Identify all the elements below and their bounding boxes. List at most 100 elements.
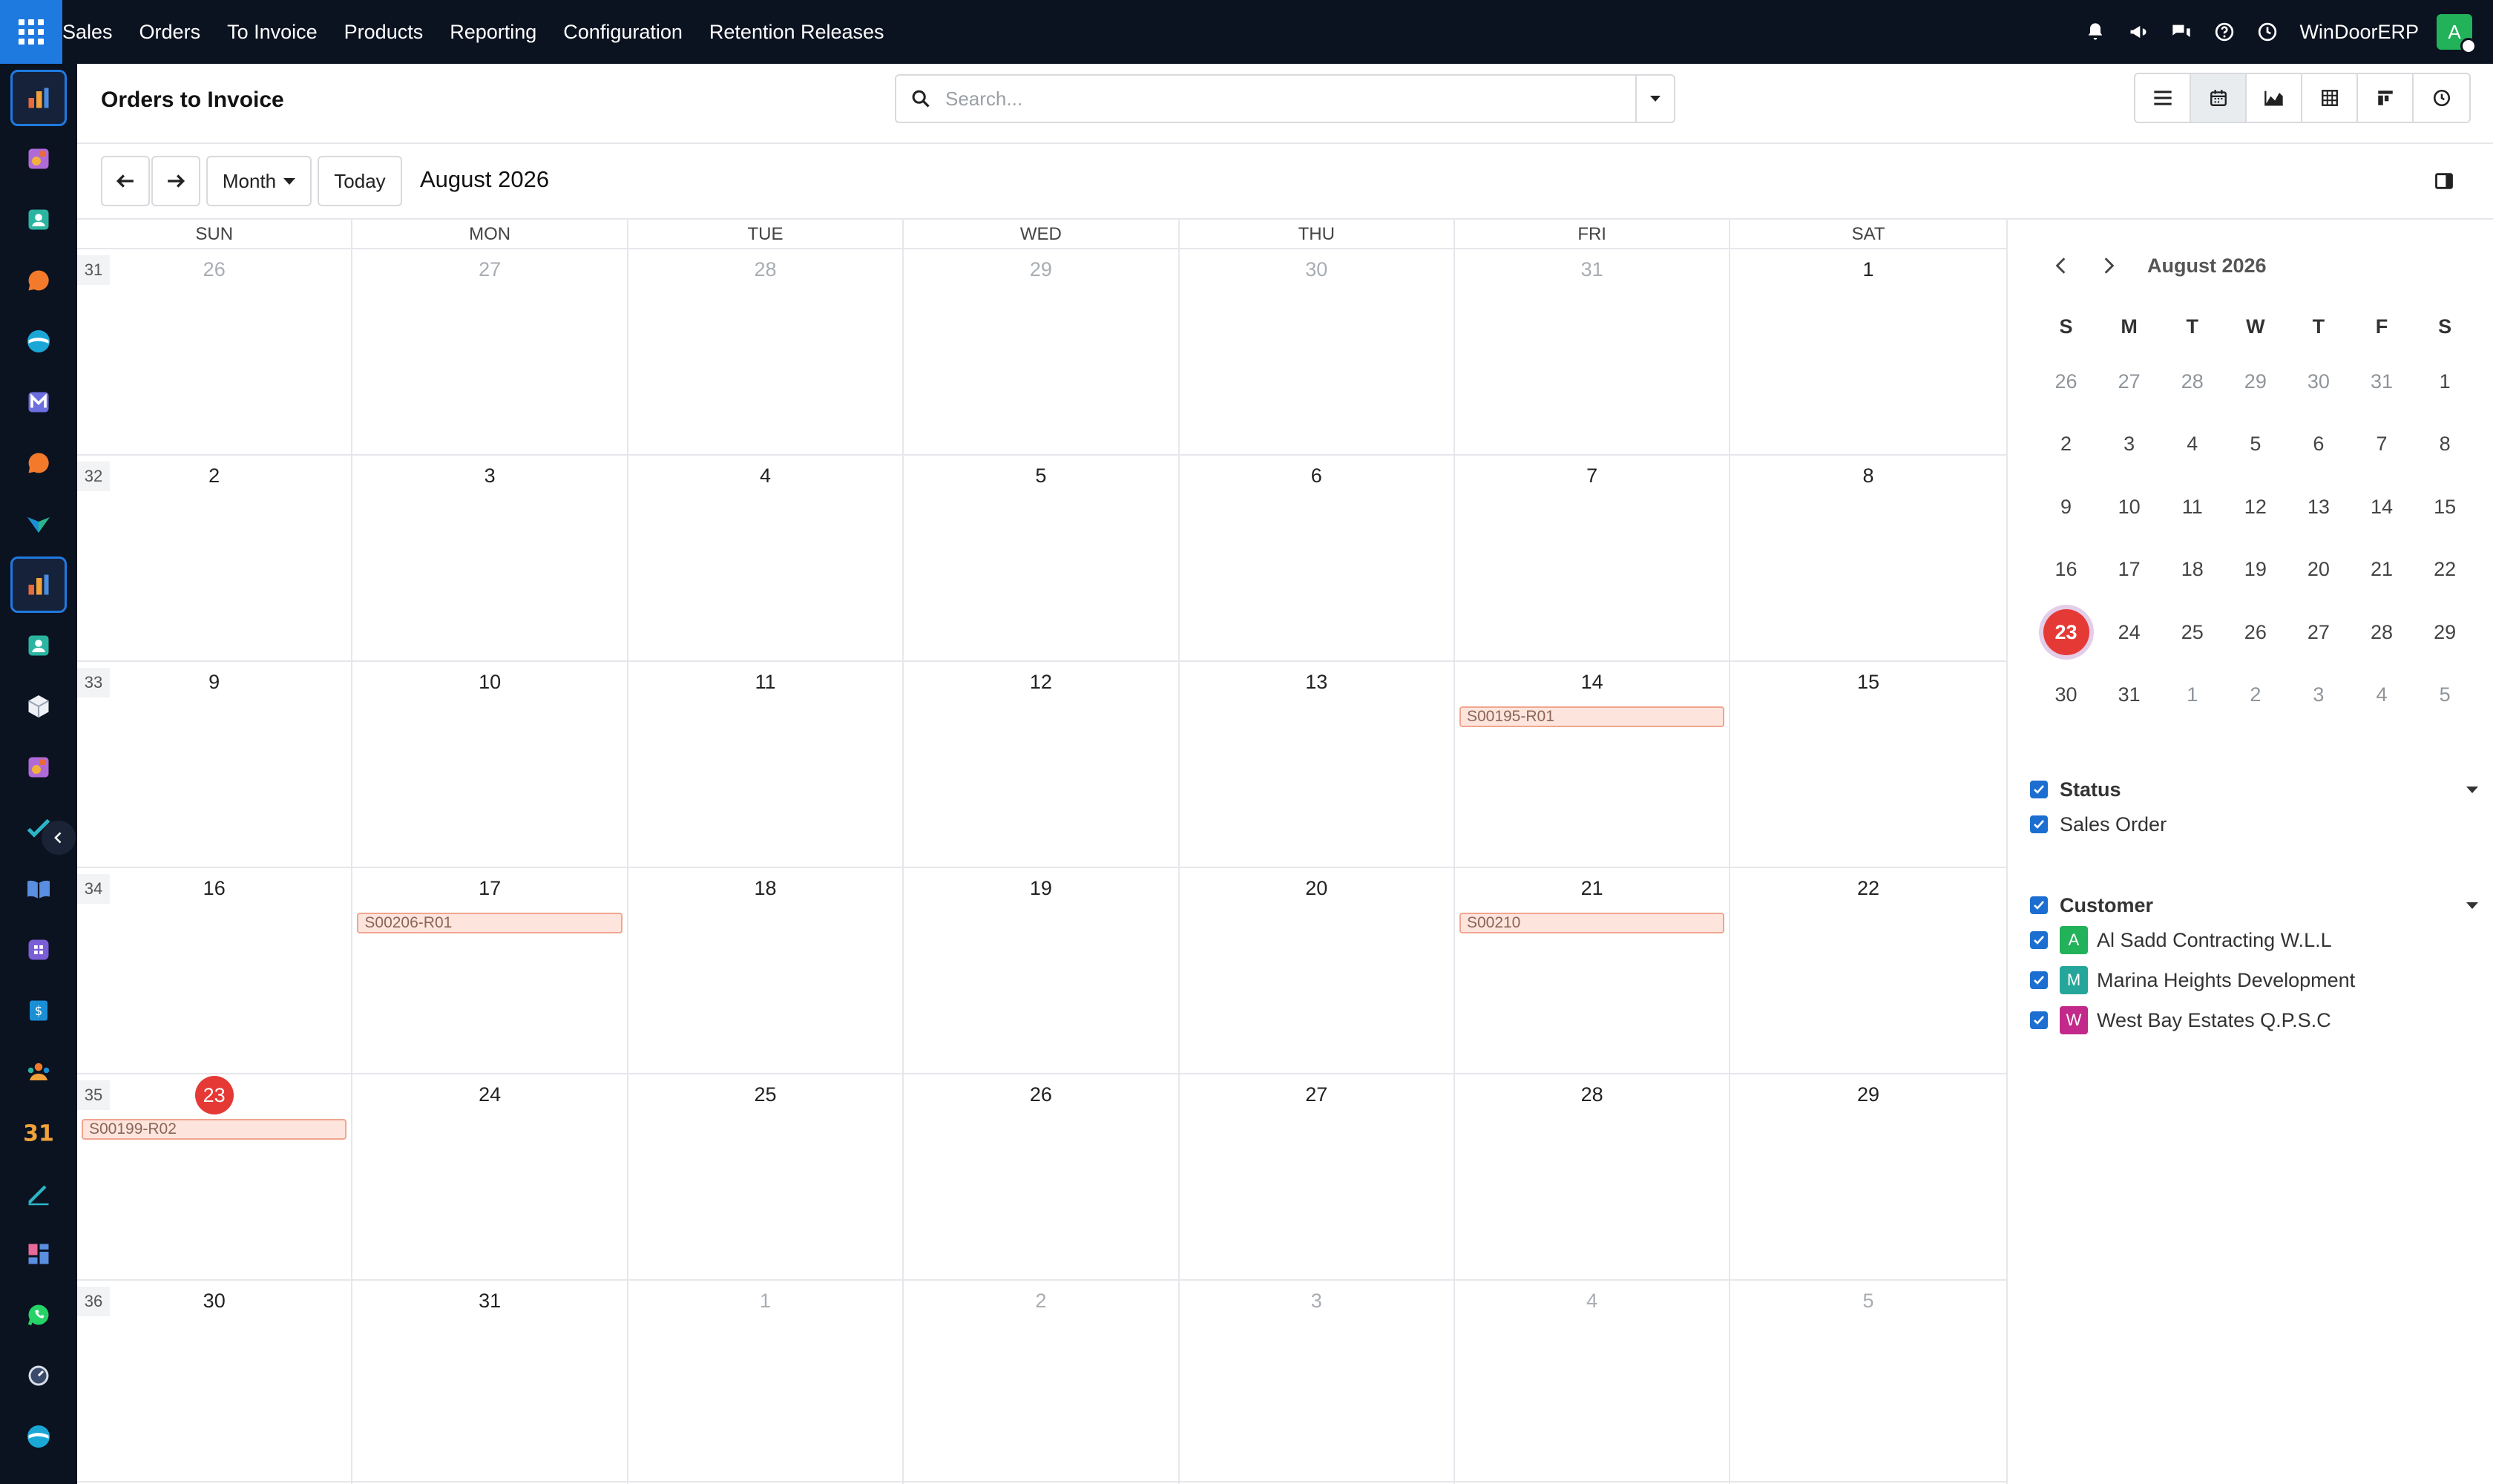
mini-prev-month-icon[interactable]	[2046, 251, 2076, 280]
day-cell[interactable]: 34 16	[77, 868, 353, 1073]
day-cell[interactable]: 30	[1180, 249, 1455, 454]
day-cell[interactable]: 20	[1180, 868, 1455, 1073]
sidebar-collapse-icon[interactable]	[42, 821, 76, 855]
day-cell[interactable]: 27	[1180, 1074, 1455, 1279]
mini-day[interactable]: 26	[2034, 370, 2098, 393]
mini-day[interactable]: 28	[2350, 621, 2413, 644]
contacts-app-icon[interactable]	[10, 191, 67, 248]
menu-products[interactable]: Products	[344, 21, 424, 44]
day-cell[interactable]: 7	[1455, 456, 1731, 660]
menu-to-invoice[interactable]: To Invoice	[227, 21, 318, 44]
day-cell[interactable]: 25	[628, 1074, 904, 1279]
customer-all-checkbox[interactable]	[2030, 896, 2048, 914]
day-cell[interactable]: 4	[628, 456, 904, 660]
day-cell[interactable]: 15	[1730, 662, 2006, 867]
project-app-icon[interactable]	[10, 313, 67, 370]
day-cell[interactable]: 11	[628, 662, 904, 867]
sales-order-checkbox[interactable]	[2030, 815, 2048, 833]
customer-checkbox[interactable]	[2030, 931, 2048, 949]
mini-day[interactable]: 11	[2161, 496, 2224, 519]
mini-day[interactable]: 21	[2350, 558, 2413, 581]
calendar-app-icon[interactable]: 31	[10, 1104, 67, 1160]
day-cell[interactable]: 1	[628, 1281, 904, 1484]
invoicing-app-icon[interactable]: $	[10, 982, 67, 1039]
mini-day[interactable]: 25	[2161, 621, 2224, 644]
mini-day[interactable]: 15	[2414, 496, 2477, 519]
mini-day[interactable]: 16	[2034, 558, 2098, 581]
day-cell[interactable]: 27	[352, 249, 628, 454]
day-cell[interactable]: 22	[1730, 868, 2006, 1073]
day-cell[interactable]: 28	[628, 249, 904, 454]
mini-day[interactable]: 5	[2414, 683, 2477, 706]
knowledge-app-icon[interactable]	[10, 861, 67, 917]
day-cell[interactable]: 24	[352, 1074, 628, 1279]
megaphone-icon[interactable]	[2117, 0, 2160, 64]
customer-checkbox[interactable]	[2030, 1011, 2048, 1029]
day-cell[interactable]: 28	[1455, 1074, 1731, 1279]
day-cell[interactable]: 6	[1180, 456, 1455, 660]
day-cell[interactable]: 18	[628, 868, 904, 1073]
contacts-secondary-app-icon[interactable]	[10, 617, 67, 674]
day-cell[interactable]: 5	[1730, 1281, 2006, 1484]
day-cell[interactable]: 19	[904, 868, 1180, 1073]
kanban-view-button[interactable]	[2358, 74, 2414, 122]
studio-secondary-app-icon[interactable]	[10, 739, 67, 795]
day-cell[interactable]: 2	[904, 1281, 1180, 1484]
day-cell[interactable]: 14 S00195-R01	[1455, 662, 1731, 867]
mini-day[interactable]: 8	[2414, 433, 2477, 456]
day-cell[interactable]: 31	[1455, 249, 1731, 454]
mini-day[interactable]: 4	[2161, 433, 2224, 456]
discuss-secondary-app-icon[interactable]	[10, 435, 67, 491]
crm-app-icon[interactable]	[10, 922, 67, 978]
next-period-button[interactable]	[151, 156, 200, 206]
activity-view-button[interactable]	[2414, 74, 2469, 122]
day-cell[interactable]: 17 S00206-R01	[352, 868, 628, 1073]
menu-retention-releases[interactable]: Retention Releases	[709, 21, 884, 44]
day-cell[interactable]: 3	[352, 456, 628, 660]
mini-today[interactable]: 23	[2034, 609, 2098, 656]
clock-icon[interactable]	[2246, 0, 2289, 64]
mini-day[interactable]: 9	[2034, 496, 2098, 519]
filter-item-sales-order[interactable]: Sales Order	[2030, 804, 2483, 844]
calendar-event[interactable]: S00195-R01	[1459, 706, 1725, 727]
status-all-checkbox[interactable]	[2030, 781, 2048, 798]
filter-item-customer[interactable]: A Al Sadd Contracting W.L.L	[2030, 920, 2483, 960]
sign-app-icon[interactable]	[10, 1165, 67, 1221]
mini-day[interactable]: 29	[2224, 370, 2287, 393]
mail-app-icon[interactable]	[10, 374, 67, 430]
spreadsheet-app-icon[interactable]	[10, 496, 67, 552]
bell-icon[interactable]	[2074, 0, 2117, 64]
filter-item-customer[interactable]: M Marina Heights Development	[2030, 960, 2483, 1000]
mini-day[interactable]: 27	[2098, 370, 2161, 393]
day-cell[interactable]: 5	[904, 456, 1180, 660]
mini-day[interactable]: 4	[2350, 683, 2413, 706]
mini-day[interactable]: 26	[2224, 621, 2287, 644]
day-cell[interactable]: 35 23 S00199-R02	[77, 1074, 353, 1279]
day-cell[interactable]: 13	[1180, 662, 1455, 867]
day-cell[interactable]: 31	[352, 1281, 628, 1484]
day-cell[interactable]: 1	[1730, 249, 2006, 454]
calendar-event[interactable]: S00199-R02	[82, 1119, 347, 1140]
day-cell[interactable]: 32 2	[77, 456, 353, 660]
today-button[interactable]: Today	[318, 156, 402, 206]
mini-day[interactable]: 18	[2161, 558, 2224, 581]
studio-app-icon[interactable]	[10, 131, 67, 187]
mini-day[interactable]: 20	[2287, 558, 2350, 581]
day-cell[interactable]: 29	[904, 249, 1180, 454]
discuss-app-icon[interactable]	[10, 252, 67, 309]
mini-day[interactable]: 5	[2224, 433, 2287, 456]
search-options-toggle[interactable]	[1635, 76, 1674, 122]
mini-day[interactable]: 1	[2414, 370, 2477, 393]
scale-dropdown[interactable]: Month	[206, 156, 312, 206]
mini-day[interactable]: 3	[2098, 433, 2161, 456]
day-cell[interactable]: 8	[1730, 456, 2006, 660]
apps-menu-icon[interactable]	[0, 0, 62, 64]
side-panel-toggle-icon[interactable]	[2431, 168, 2457, 194]
pivot-view-button[interactable]	[2302, 74, 2358, 122]
company-switcher[interactable]: WinDoorERP	[2299, 21, 2419, 44]
mini-day[interactable]: 22	[2414, 558, 2477, 581]
chat-icon[interactable]	[2160, 0, 2203, 64]
customer-checkbox[interactable]	[2030, 971, 2048, 989]
menu-reporting[interactable]: Reporting	[450, 21, 536, 44]
dashboard-app-icon[interactable]	[10, 70, 67, 126]
